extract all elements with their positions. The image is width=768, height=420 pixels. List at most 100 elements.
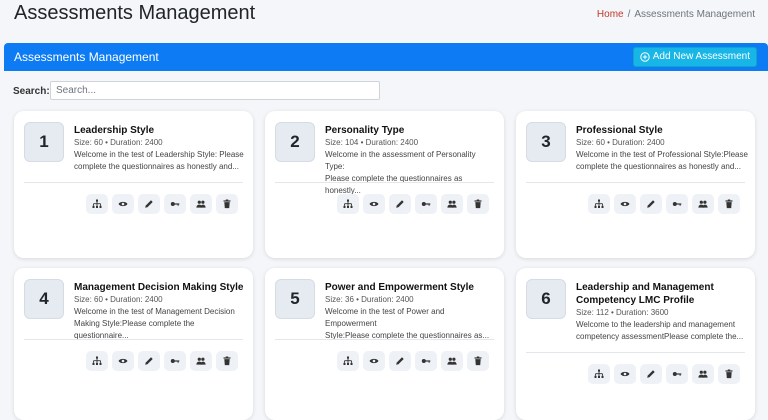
key-icon bbox=[170, 202, 180, 206]
key-button[interactable] bbox=[415, 351, 437, 371]
assessment-description-line: Welcome in the test of Professional Styl… bbox=[576, 150, 748, 159]
key-button[interactable] bbox=[666, 194, 688, 214]
users-button[interactable] bbox=[692, 364, 714, 384]
assessment-description-line: Welcome in the test of Power and Empower… bbox=[325, 307, 445, 328]
key-icon bbox=[421, 202, 431, 206]
card-actions bbox=[337, 351, 489, 371]
panel-header: Assessments Management Add New Assessmen… bbox=[4, 43, 768, 71]
panel-title: Assessments Management bbox=[14, 50, 159, 64]
assessment-description-line: complete the questionnaires as honestly … bbox=[74, 162, 239, 171]
trash-button[interactable] bbox=[467, 194, 489, 214]
key-icon bbox=[672, 372, 682, 376]
users-icon bbox=[447, 357, 457, 365]
plus-circle-icon bbox=[640, 52, 650, 62]
sitemap-button[interactable] bbox=[86, 194, 108, 214]
sitemap-button[interactable] bbox=[588, 364, 610, 384]
eye-button[interactable] bbox=[112, 194, 134, 214]
trash-button[interactable] bbox=[216, 194, 238, 214]
users-button[interactable] bbox=[441, 194, 463, 214]
breadcrumb: Home / Assessments Management bbox=[597, 9, 755, 20]
card-actions bbox=[86, 194, 238, 214]
key-button[interactable] bbox=[164, 194, 186, 214]
assessment-description-line: Welcome to the leadership and management bbox=[576, 320, 736, 329]
card-actions bbox=[588, 194, 740, 214]
assessment-meta: Size: 36 • Duration: 2400 bbox=[325, 295, 414, 304]
trash-button[interactable] bbox=[718, 364, 740, 384]
sitemap-button[interactable] bbox=[337, 194, 359, 214]
trash-icon bbox=[725, 199, 733, 209]
search-input[interactable] bbox=[50, 81, 380, 100]
add-new-assessment-button[interactable]: Add New Assessment bbox=[632, 47, 757, 67]
assessment-number: 4 bbox=[24, 279, 64, 319]
assessment-meta: Size: 60 • Duration: 2400 bbox=[74, 295, 163, 304]
card-actions bbox=[337, 194, 489, 214]
assessment-card: 2 Personality Type Size: 104 • Duration: 2… bbox=[265, 111, 504, 258]
pencil-button[interactable] bbox=[138, 351, 160, 371]
assessment-description-line: complete the questionnaires as honestly … bbox=[576, 162, 741, 171]
page-header: Assessments Management Home / Assessments … bbox=[0, 0, 768, 32]
card-divider bbox=[526, 352, 745, 353]
breadcrumb-separator: / bbox=[627, 9, 631, 20]
pencil-button[interactable] bbox=[640, 364, 662, 384]
eye-button[interactable] bbox=[363, 351, 385, 371]
assessment-description-line: Welcome in the test of Management Decisi… bbox=[74, 307, 235, 316]
users-icon bbox=[698, 200, 708, 208]
sitemap-icon bbox=[594, 199, 604, 208]
assessment-number: 2 bbox=[275, 122, 315, 162]
page-title: Assessments Management bbox=[14, 2, 256, 24]
trash-icon bbox=[223, 356, 231, 366]
assessment-title: Leadership Style bbox=[74, 125, 155, 136]
assessment-number: 5 bbox=[275, 279, 315, 319]
assessment-title: Power and Empowerment Style bbox=[325, 282, 474, 293]
assessment-description: Welcome in the test of Power and Empower… bbox=[325, 306, 497, 342]
sitemap-icon bbox=[343, 199, 353, 208]
sitemap-icon bbox=[343, 356, 353, 365]
pencil-button[interactable] bbox=[640, 194, 662, 214]
pencil-icon bbox=[396, 357, 404, 365]
assessment-description-line: Welcome in the assessment of Personality… bbox=[325, 150, 476, 171]
pencil-icon bbox=[145, 357, 153, 365]
assessment-number: 1 bbox=[24, 122, 64, 162]
assessment-card: 6 Leadership and Management Competency LM… bbox=[516, 268, 755, 420]
users-button[interactable] bbox=[190, 194, 212, 214]
sitemap-button[interactable] bbox=[588, 194, 610, 214]
eye-button[interactable] bbox=[363, 194, 385, 214]
assessment-description: Welcome in the test of Leadership Style:… bbox=[74, 149, 246, 173]
trash-button[interactable] bbox=[718, 194, 740, 214]
sitemap-icon bbox=[92, 199, 102, 208]
sitemap-icon bbox=[92, 356, 102, 365]
users-icon bbox=[196, 357, 206, 365]
breadcrumb-current: Assessments Management bbox=[634, 9, 755, 20]
eye-button[interactable] bbox=[614, 194, 636, 214]
assessment-description: Welcome in the test of Professional Styl… bbox=[576, 149, 748, 173]
search-label: Search: bbox=[13, 86, 50, 97]
pencil-button[interactable] bbox=[389, 351, 411, 371]
card-divider bbox=[24, 339, 243, 340]
assessment-description: Welcome to the leadership and management… bbox=[576, 319, 748, 343]
pencil-button[interactable] bbox=[389, 194, 411, 214]
assessment-description: Welcome in the assessment of Personality… bbox=[325, 149, 497, 197]
trash-icon bbox=[223, 199, 231, 209]
users-button[interactable] bbox=[692, 194, 714, 214]
eye-button[interactable] bbox=[112, 351, 134, 371]
key-button[interactable] bbox=[415, 194, 437, 214]
card-actions bbox=[86, 351, 238, 371]
eye-button[interactable] bbox=[614, 364, 636, 384]
key-button[interactable] bbox=[666, 364, 688, 384]
users-button[interactable] bbox=[441, 351, 463, 371]
sitemap-button[interactable] bbox=[86, 351, 108, 371]
pencil-icon bbox=[396, 200, 404, 208]
users-button[interactable] bbox=[190, 351, 212, 371]
assessment-title: Professional Style bbox=[576, 125, 663, 136]
pencil-button[interactable] bbox=[138, 194, 160, 214]
assessment-meta: Size: 112 • Duration: 3600 bbox=[576, 308, 669, 317]
key-button[interactable] bbox=[164, 351, 186, 371]
breadcrumb-home-link[interactable]: Home bbox=[597, 9, 624, 20]
trash-button[interactable] bbox=[216, 351, 238, 371]
card-divider bbox=[275, 182, 494, 183]
trash-button[interactable] bbox=[467, 351, 489, 371]
sitemap-button[interactable] bbox=[337, 351, 359, 371]
eye-icon bbox=[620, 201, 630, 207]
pencil-icon bbox=[647, 200, 655, 208]
assessment-description-line: competency assessmentPlease complete the… bbox=[576, 332, 744, 341]
